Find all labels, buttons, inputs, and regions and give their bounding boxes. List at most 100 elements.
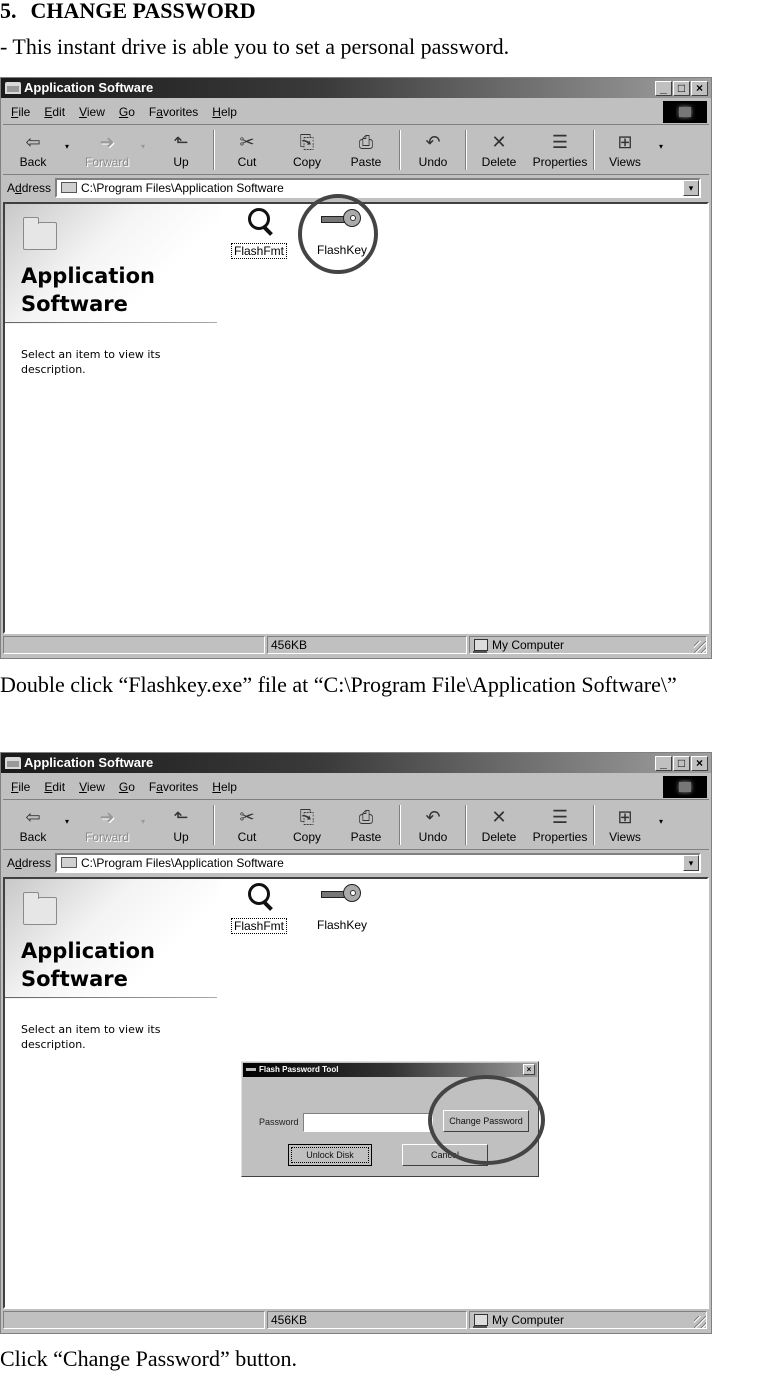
window-titlebar[interactable]: Application Software _ □ ×: [1, 78, 711, 98]
close-button[interactable]: ×: [691, 756, 708, 771]
cut-button[interactable]: ✂ Cut: [219, 128, 275, 172]
delete-button[interactable]: ✕ Delete: [471, 128, 527, 172]
properties-button[interactable]: ☰ Properties: [529, 128, 591, 172]
undo-icon: ↶: [425, 807, 441, 827]
folder-icon: [61, 182, 77, 193]
properties-button[interactable]: ☰ Properties: [529, 803, 591, 847]
address-dropdown-button[interactable]: ▾: [683, 855, 699, 871]
menu-file[interactable]: File: [11, 780, 30, 794]
maximize-button[interactable]: □: [673, 756, 690, 771]
menu-edit[interactable]: Edit: [44, 780, 65, 794]
back-button[interactable]: ⇦ Back: [5, 803, 61, 847]
address-bar: Address C:\Program Files\Application Sof…: [3, 851, 709, 875]
toolbar-separator: [213, 805, 215, 845]
sidebar-divider: [5, 322, 217, 323]
toolbar-separator: [399, 130, 401, 170]
address-input[interactable]: C:\Program Files\Application Software ▾: [55, 178, 701, 198]
paste-button[interactable]: ⎙ Paste: [338, 803, 394, 847]
resize-grip[interactable]: [694, 1316, 706, 1328]
views-dropdown-icon[interactable]: ▾: [659, 142, 663, 151]
password-label: Password: [259, 1117, 299, 1127]
paste-icon: ⎙: [358, 132, 374, 152]
minimize-button[interactable]: _: [655, 81, 672, 96]
magnifier-icon: [224, 206, 294, 240]
toolbar-separator: [465, 805, 467, 845]
toolbar-separator: [213, 130, 215, 170]
up-button[interactable]: ⬑ Up: [153, 803, 209, 847]
dialog-title: Flash Password Tool: [259, 1065, 339, 1074]
maximize-button[interactable]: □: [673, 81, 690, 96]
menu-help[interactable]: Help: [212, 780, 237, 794]
forward-button[interactable]: ➜ Forward: [79, 803, 135, 847]
up-button[interactable]: ⬑ Up: [153, 128, 209, 172]
views-grid-icon: ⊞: [617, 132, 633, 152]
section-title: CHANGE PASSWORD: [30, 0, 256, 23]
resize-grip[interactable]: [694, 641, 706, 653]
back-button[interactable]: ⇦ Back: [5, 128, 61, 172]
password-input[interactable]: [303, 1113, 433, 1132]
sidebar-title: Application Software: [21, 264, 155, 316]
toolbar-separator: [593, 130, 595, 170]
menu-go[interactable]: Go: [119, 105, 135, 119]
back-dropdown-icon[interactable]: ▾: [65, 817, 69, 826]
large-folder-icon: [23, 217, 57, 250]
folder-icon: [5, 757, 21, 769]
app-icon: [246, 1068, 256, 1071]
menu-favorites[interactable]: Favorites: [149, 105, 198, 119]
toolbar: ⇦ Back ▾ ➜ Forward ▾ ⬑ Up ✂ Cut ⎘ Copy ⎙ Paste…: [3, 126, 709, 175]
paste-button[interactable]: ⎙ Paste: [338, 128, 394, 172]
close-button[interactable]: ×: [691, 81, 708, 96]
delete-x-icon: ✕: [491, 807, 507, 827]
copy-icon: ⎘: [299, 132, 315, 152]
cut-button[interactable]: ✂ Cut: [219, 803, 275, 847]
key-icon: [307, 881, 377, 915]
dialog-close-button[interactable]: ×: [523, 1064, 535, 1075]
minimize-button[interactable]: _: [655, 756, 672, 771]
forward-dropdown-icon[interactable]: ▾: [141, 142, 145, 151]
change-password-button[interactable]: Change Password: [443, 1110, 529, 1132]
forward-dropdown-icon[interactable]: ▾: [141, 817, 145, 826]
file-flashkey[interactable]: FlashKey: [307, 879, 377, 932]
copy-button[interactable]: ⎘ Copy: [279, 128, 335, 172]
views-button[interactable]: ⊞ Views: [597, 803, 653, 847]
file-flashfmt[interactable]: FlashFmt: [224, 204, 294, 259]
views-dropdown-icon[interactable]: ▾: [659, 817, 663, 826]
copy-button[interactable]: ⎘ Copy: [279, 803, 335, 847]
menu-view[interactable]: View: [79, 105, 105, 119]
views-button[interactable]: ⊞ Views: [597, 128, 653, 172]
toolbar-separator: [399, 805, 401, 845]
address-input[interactable]: C:\Program Files\Application Software ▾: [55, 853, 701, 873]
menu-view[interactable]: View: [79, 780, 105, 794]
menu-favorites[interactable]: Favorites: [149, 780, 198, 794]
section-number: 5.: [0, 0, 17, 23]
dialog-titlebar[interactable]: Flash Password Tool ×: [243, 1063, 537, 1077]
undo-button[interactable]: ↶ Undo: [405, 128, 461, 172]
forward-arrow-icon: ➜: [99, 132, 115, 152]
menu-help[interactable]: Help: [212, 105, 237, 119]
menu-go[interactable]: Go: [119, 780, 135, 794]
status-zone: My Computer: [469, 636, 707, 654]
address-bar: Address C:\Program Files\Application Sof…: [3, 176, 709, 200]
file-label: FlashKey: [316, 243, 368, 257]
forward-button[interactable]: ➜ Forward: [79, 128, 135, 172]
unlock-disk-button[interactable]: Unlock Disk: [288, 1144, 372, 1166]
address-value: C:\Program Files\Application Software: [81, 181, 284, 195]
status-size: 456KB: [267, 636, 467, 654]
file-label: FlashFmt: [230, 243, 287, 259]
delete-button[interactable]: ✕ Delete: [471, 803, 527, 847]
file-label: FlashKey: [316, 918, 368, 932]
menu-bar: File Edit View Go Favorites Help: [3, 100, 709, 125]
copy-icon: ⎘: [299, 807, 315, 827]
address-dropdown-button[interactable]: ▾: [683, 180, 699, 196]
back-dropdown-icon[interactable]: ▾: [65, 142, 69, 151]
file-flashfmt[interactable]: FlashFmt: [224, 879, 294, 934]
key-icon: [307, 206, 377, 240]
undo-button[interactable]: ↶ Undo: [405, 803, 461, 847]
menu-file[interactable]: File: [11, 105, 30, 119]
forward-arrow-icon: ➜: [99, 807, 115, 827]
cancel-button[interactable]: Cancel: [402, 1144, 488, 1166]
file-flashkey[interactable]: FlashKey: [307, 204, 377, 257]
menu-edit[interactable]: Edit: [44, 105, 65, 119]
window-titlebar[interactable]: Application Software _ □ ×: [1, 753, 711, 773]
toolbar-separator: [593, 805, 595, 845]
